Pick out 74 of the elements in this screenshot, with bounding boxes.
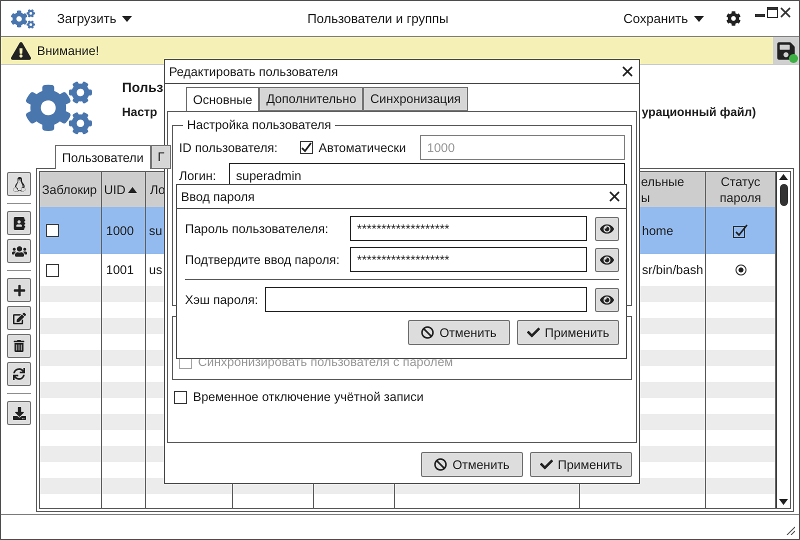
- checkbox[interactable]: [300, 141, 313, 154]
- tab[interactable]: Дополнительно: [259, 87, 364, 111]
- refresh-icon: [13, 368, 25, 380]
- show-password-button[interactable]: [595, 288, 619, 312]
- apply-button[interactable]: Применить: [517, 320, 619, 345]
- add-button[interactable]: [7, 278, 31, 302]
- close-icon[interactable]: [780, 7, 791, 19]
- field-label: Логин:: [179, 168, 218, 182]
- field-label: ID пользователя:: [179, 140, 278, 154]
- address-book-icon: [12, 216, 26, 230]
- refresh-button[interactable]: [7, 362, 31, 386]
- window-title: Пользователи и группы: [306, 11, 450, 26]
- tab[interactable]: Пользователи: [55, 145, 151, 169]
- password-field[interactable]: *******************: [350, 216, 587, 241]
- scroll-up-icon[interactable]: [779, 174, 788, 180]
- edit-icon: [12, 312, 26, 324]
- settings-icon[interactable]: [726, 11, 741, 26]
- save-button[interactable]: [773, 37, 799, 64]
- check-icon: [526, 326, 540, 339]
- checkbox[interactable]: [174, 390, 187, 404]
- eye-icon: [600, 292, 614, 306]
- users-icon: [12, 244, 26, 258]
- dialog-title: Ввод пароля: [181, 190, 255, 204]
- password-field[interactable]: [265, 287, 587, 312]
- cancel-icon: [421, 326, 434, 339]
- trash-icon: [13, 340, 25, 352]
- plus-icon: [12, 284, 26, 296]
- warning-text: Внимание!: [37, 44, 100, 58]
- page-subtitle: Настр: [122, 105, 158, 119]
- show-password-button[interactable]: [595, 248, 619, 272]
- checkbox-label: Автоматически: [318, 140, 406, 154]
- checkbox-label: Временное отключение учётной записи: [193, 390, 424, 404]
- scroll-down-icon[interactable]: [779, 499, 788, 505]
- group-title: Настройка пользователя: [186, 118, 332, 132]
- page-subtitle: урационный файл): [642, 105, 756, 119]
- page-title: Польз: [122, 80, 164, 95]
- field-label: Хэш пароля:: [185, 292, 257, 306]
- checkbox[interactable]: [46, 264, 59, 276]
- download-button[interactable]: [7, 401, 31, 425]
- cancel-button[interactable]: Отменить: [408, 320, 510, 345]
- warning-icon: [11, 40, 31, 60]
- eye-icon: [600, 222, 614, 236]
- resize-grip-icon[interactable]: [785, 525, 795, 535]
- cancel-icon: [434, 458, 448, 471]
- cancel-button[interactable]: Отменить: [421, 452, 523, 477]
- contacts-button[interactable]: [7, 211, 31, 235]
- tab[interactable]: Синхронизация: [363, 87, 468, 111]
- edit-button[interactable]: [7, 306, 31, 330]
- dialog-title: Редактировать пользователя: [169, 64, 338, 78]
- caret-icon: [694, 16, 704, 22]
- download-icon: [12, 406, 26, 420]
- apply-button[interactable]: Применить: [530, 452, 632, 477]
- floppy-icon: [776, 40, 796, 60]
- users-button[interactable]: [7, 239, 31, 263]
- menu-button[interactable]: Загрузить: [53, 9, 136, 28]
- eye-icon: [600, 252, 614, 266]
- check-icon: [540, 458, 553, 471]
- close-button[interactable]: [609, 191, 620, 202]
- checkbox[interactable]: [46, 224, 59, 237]
- scroll-thumb[interactable]: [780, 184, 788, 206]
- checkbox-label: Синхронизировать пользователя с паролем: [198, 355, 453, 369]
- maximize-icon[interactable]: [767, 7, 778, 19]
- linux-button[interactable]: [7, 172, 31, 196]
- menu-button[interactable]: Сохранить: [619, 9, 708, 28]
- gears-logo-icon: [11, 6, 35, 30]
- tab[interactable]: Основные: [186, 87, 260, 111]
- delete-button[interactable]: [7, 334, 31, 358]
- caret-icon: [122, 16, 132, 22]
- tab[interactable]: Г: [150, 145, 172, 169]
- scrollbar[interactable]: [776, 172, 790, 508]
- penguin-icon: [12, 176, 26, 192]
- show-password-button[interactable]: [595, 216, 619, 240]
- close-button[interactable]: [622, 66, 633, 77]
- password-field[interactable]: *******************: [350, 247, 587, 272]
